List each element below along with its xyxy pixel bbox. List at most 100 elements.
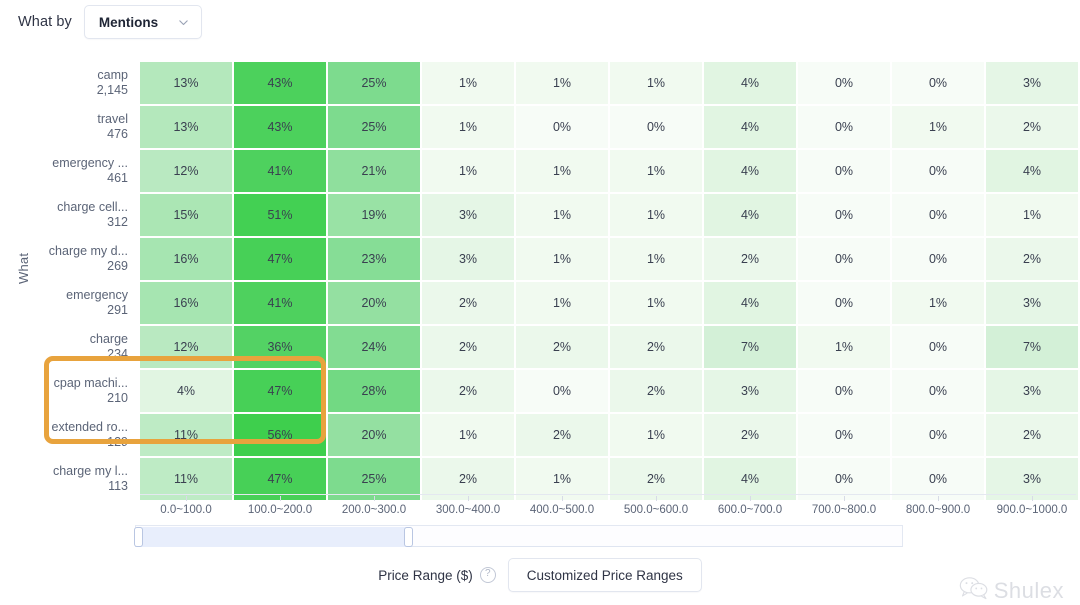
- heatmap-cell[interactable]: 1%: [610, 238, 702, 280]
- heatmap-cell[interactable]: 2%: [516, 414, 608, 456]
- slider-track[interactable]: [134, 525, 903, 547]
- row-label[interactable]: camp 2,145: [44, 62, 140, 104]
- heatmap-cell[interactable]: 4%: [140, 370, 232, 412]
- heatmap-cell[interactable]: 1%: [892, 282, 984, 324]
- heatmap-cell[interactable]: 2%: [704, 238, 796, 280]
- heatmap-cell[interactable]: 1%: [516, 282, 608, 324]
- row-label[interactable]: extended ro... 129: [44, 414, 140, 456]
- slider-handle-left[interactable]: [134, 527, 143, 547]
- customized-price-ranges-button[interactable]: Customized Price Ranges: [507, 558, 702, 592]
- heatmap-cell[interactable]: 0%: [892, 414, 984, 456]
- heatmap-cell[interactable]: 0%: [798, 62, 890, 104]
- heatmap-cell[interactable]: 12%: [140, 150, 232, 192]
- heatmap-cell[interactable]: 7%: [986, 326, 1078, 368]
- heatmap-cell[interactable]: 1%: [892, 106, 984, 148]
- heatmap-cell[interactable]: 2%: [610, 326, 702, 368]
- heatmap-cell[interactable]: 2%: [986, 238, 1078, 280]
- heatmap-cell[interactable]: 13%: [140, 62, 232, 104]
- heatmap-cell[interactable]: 4%: [704, 62, 796, 104]
- heatmap-cell[interactable]: 47%: [234, 370, 326, 412]
- heatmap-cell[interactable]: 3%: [986, 370, 1078, 412]
- heatmap-cell[interactable]: 4%: [986, 150, 1078, 192]
- heatmap-cell[interactable]: 15%: [140, 194, 232, 236]
- heatmap-cell[interactable]: 0%: [798, 194, 890, 236]
- heatmap-cell[interactable]: 1%: [422, 62, 514, 104]
- heatmap-cell[interactable]: 56%: [234, 414, 326, 456]
- heatmap-cell[interactable]: 2%: [610, 370, 702, 412]
- heatmap-cell[interactable]: 0%: [516, 370, 608, 412]
- heatmap-cell[interactable]: 0%: [798, 150, 890, 192]
- heatmap-cell[interactable]: 2%: [422, 370, 514, 412]
- heatmap-cell[interactable]: 0%: [892, 326, 984, 368]
- heatmap-cell[interactable]: 1%: [610, 62, 702, 104]
- heatmap-cell[interactable]: 1%: [516, 194, 608, 236]
- heatmap-cell[interactable]: 23%: [328, 238, 420, 280]
- heatmap-cell[interactable]: 3%: [986, 62, 1078, 104]
- heatmap-cell[interactable]: 0%: [798, 282, 890, 324]
- what-by-select[interactable]: Mentions: [83, 5, 202, 39]
- heatmap-cell[interactable]: 3%: [704, 370, 796, 412]
- slider-handle-right[interactable]: [404, 527, 413, 547]
- heatmap-cell[interactable]: 13%: [140, 106, 232, 148]
- heatmap-cell[interactable]: 1%: [610, 414, 702, 456]
- heatmap-cell[interactable]: 4%: [704, 106, 796, 148]
- heatmap-cell[interactable]: 2%: [986, 106, 1078, 148]
- heatmap-cell[interactable]: 2%: [516, 326, 608, 368]
- heatmap-cell[interactable]: 43%: [234, 62, 326, 104]
- heatmap-cell[interactable]: 3%: [986, 282, 1078, 324]
- row-label[interactable]: cpap machi... 210: [44, 370, 140, 412]
- heatmap-cell[interactable]: 1%: [610, 194, 702, 236]
- heatmap-cell[interactable]: 16%: [140, 282, 232, 324]
- heatmap-cell[interactable]: 28%: [328, 370, 420, 412]
- heatmap-cell[interactable]: 3%: [422, 238, 514, 280]
- heatmap-cell[interactable]: 0%: [892, 194, 984, 236]
- heatmap-cell[interactable]: 2%: [986, 414, 1078, 456]
- heatmap-cell[interactable]: 41%: [234, 282, 326, 324]
- heatmap-cell[interactable]: 1%: [986, 194, 1078, 236]
- heatmap-cell[interactable]: 1%: [798, 326, 890, 368]
- heatmap-cell[interactable]: 0%: [892, 62, 984, 104]
- heatmap-cell[interactable]: 0%: [610, 106, 702, 148]
- row-label[interactable]: travel 476: [44, 106, 140, 148]
- price-range-slider[interactable]: [134, 525, 903, 547]
- heatmap-cell[interactable]: 2%: [704, 414, 796, 456]
- row-label[interactable]: charge cell... 312: [44, 194, 140, 236]
- heatmap-cell[interactable]: 1%: [422, 150, 514, 192]
- heatmap-cell[interactable]: 1%: [610, 282, 702, 324]
- heatmap-cell[interactable]: 3%: [422, 194, 514, 236]
- heatmap-cell[interactable]: 25%: [328, 106, 420, 148]
- row-label[interactable]: charge my l... 113: [44, 458, 140, 500]
- heatmap-cell[interactable]: 19%: [328, 194, 420, 236]
- heatmap-cell[interactable]: 7%: [704, 326, 796, 368]
- heatmap-cell[interactable]: 41%: [234, 150, 326, 192]
- heatmap-cell[interactable]: 0%: [892, 150, 984, 192]
- heatmap-cell[interactable]: 25%: [328, 62, 420, 104]
- heatmap-cell[interactable]: 4%: [704, 194, 796, 236]
- heatmap-cell[interactable]: 12%: [140, 326, 232, 368]
- question-mark-icon[interactable]: ?: [479, 567, 496, 583]
- heatmap-cell[interactable]: 1%: [516, 238, 608, 280]
- heatmap-cell[interactable]: 24%: [328, 326, 420, 368]
- heatmap-cell[interactable]: 2%: [422, 326, 514, 368]
- heatmap-cell[interactable]: 0%: [892, 370, 984, 412]
- heatmap-cell[interactable]: 1%: [422, 414, 514, 456]
- row-label[interactable]: emergency 291: [44, 282, 140, 324]
- heatmap-cell[interactable]: 4%: [704, 282, 796, 324]
- row-label[interactable]: emergency ... 461: [44, 150, 140, 192]
- heatmap-cell[interactable]: 20%: [328, 414, 420, 456]
- heatmap-cell[interactable]: 0%: [798, 106, 890, 148]
- row-label[interactable]: charge my d... 269: [44, 238, 140, 280]
- heatmap-cell[interactable]: 0%: [798, 238, 890, 280]
- heatmap-cell[interactable]: 1%: [516, 150, 608, 192]
- heatmap-cell[interactable]: 0%: [892, 238, 984, 280]
- heatmap-cell[interactable]: 1%: [516, 62, 608, 104]
- heatmap-cell[interactable]: 36%: [234, 326, 326, 368]
- heatmap-cell[interactable]: 21%: [328, 150, 420, 192]
- heatmap-cell[interactable]: 2%: [422, 282, 514, 324]
- heatmap-cell[interactable]: 0%: [798, 414, 890, 456]
- heatmap-cell[interactable]: 47%: [234, 238, 326, 280]
- heatmap-cell[interactable]: 20%: [328, 282, 420, 324]
- heatmap-cell[interactable]: 1%: [422, 106, 514, 148]
- heatmap-cell[interactable]: 16%: [140, 238, 232, 280]
- row-label[interactable]: charge 234: [44, 326, 140, 368]
